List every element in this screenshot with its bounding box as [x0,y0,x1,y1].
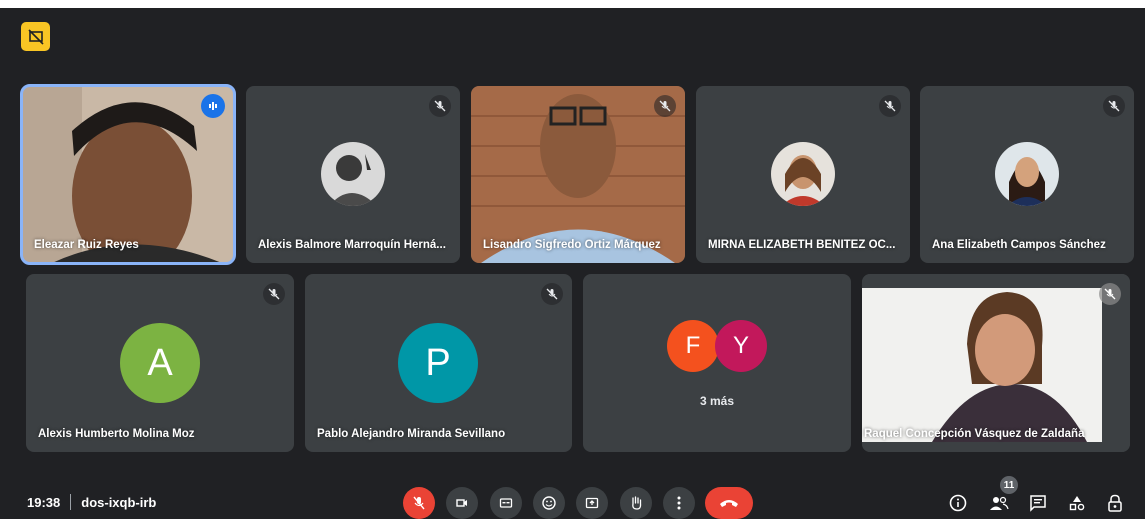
meeting-details-button[interactable] [946,491,970,515]
more-options-button[interactable] [663,487,695,519]
host-controls-button[interactable] [1103,491,1127,515]
mic-off-icon [654,95,676,117]
participant-tile[interactable]: MIRNA ELIZABETH BENITEZ OC... [696,86,910,263]
participant-tile[interactable]: Ana Elizabeth Campos Sánchez [920,86,1134,263]
participant-name: MIRNA ELIZABETH BENITEZ OC... [708,239,896,251]
hand-icon [632,496,642,510]
meeting-code: dos-ixqb-irb [81,494,157,510]
top-edge [0,0,1145,8]
emoji-icon [542,496,556,510]
hang-up-icon [720,500,738,507]
more-participants-tile[interactable]: F Y 3 más [583,274,851,452]
camera-toggle-button[interactable] [446,487,478,519]
people-icon [990,496,1009,510]
participant-name: Alexis Balmore Marroquín Herná... [258,239,446,251]
participant-tile[interactable]: Eleazar Ruiz Reyes [20,84,236,265]
captions-button[interactable] [490,487,522,519]
mic-off-icon [879,95,901,117]
participant-tile[interactable]: Lisandro Sigfredo Ortiz Márquez [471,86,685,263]
participant-name: Eleazar Ruiz Reyes [34,239,139,251]
camera-icon [456,499,467,507]
mic-off-icon [1099,283,1121,305]
present-button[interactable] [576,487,608,519]
captions-icon [499,498,513,508]
presentation-off-icon[interactable] [21,22,50,51]
participant-tile[interactable]: Raquel Concepción Vásquez de Zaldaña [862,274,1130,452]
participant-avatar [995,142,1059,206]
participant-name: Pablo Alejandro Miranda Sevillano [317,428,506,440]
lock-person-icon [1108,494,1122,512]
participant-video [862,274,1130,452]
divider [70,494,72,510]
mic-off-icon [413,496,425,510]
leave-call-button[interactable] [705,487,753,519]
activities-icon [1069,496,1085,511]
info-icon [949,494,967,512]
more-vert-icon [677,496,681,510]
mic-off-icon [541,283,563,305]
mic-off-icon [263,283,285,305]
participant-avatar: F [667,320,719,372]
mic-off-icon [1103,95,1125,117]
participant-tile[interactable]: Alexis Balmore Marroquín Herná... [246,86,460,263]
mic-toggle-button[interactable] [403,487,435,519]
participant-avatar: A [120,323,200,403]
present-icon [585,497,599,509]
people-button[interactable] [987,491,1011,515]
chat-button[interactable] [1026,491,1050,515]
participant-avatar: P [398,323,478,403]
participant-avatar: Y [715,320,767,372]
participant-video [471,86,685,263]
meeting-info: 19:38 dos-ixqb-irb [27,494,156,510]
meeting-time: 19:38 [27,494,61,510]
participant-name: Ana Elizabeth Campos Sánchez [932,239,1106,251]
participant-avatar [771,142,835,206]
activities-button[interactable] [1065,491,1089,515]
reactions-button[interactable] [533,487,565,519]
chat-icon [1030,495,1046,512]
participant-name: Raquel Concepción Vásquez de Zaldaña [864,428,1085,440]
more-participants-label: 3 más [699,394,735,408]
participant-avatar [321,142,385,206]
speaking-indicator-icon [201,94,225,118]
raise-hand-button[interactable] [620,487,652,519]
participant-name: Alexis Humberto Molina Moz [38,428,195,440]
mic-off-icon [429,95,451,117]
participant-tile[interactable]: P Pablo Alejandro Miranda Sevillano [305,274,572,452]
participant-name: Lisandro Sigfredo Ortiz Márquez [483,239,661,251]
participant-tile[interactable]: A Alexis Humberto Molina Moz [26,274,294,452]
